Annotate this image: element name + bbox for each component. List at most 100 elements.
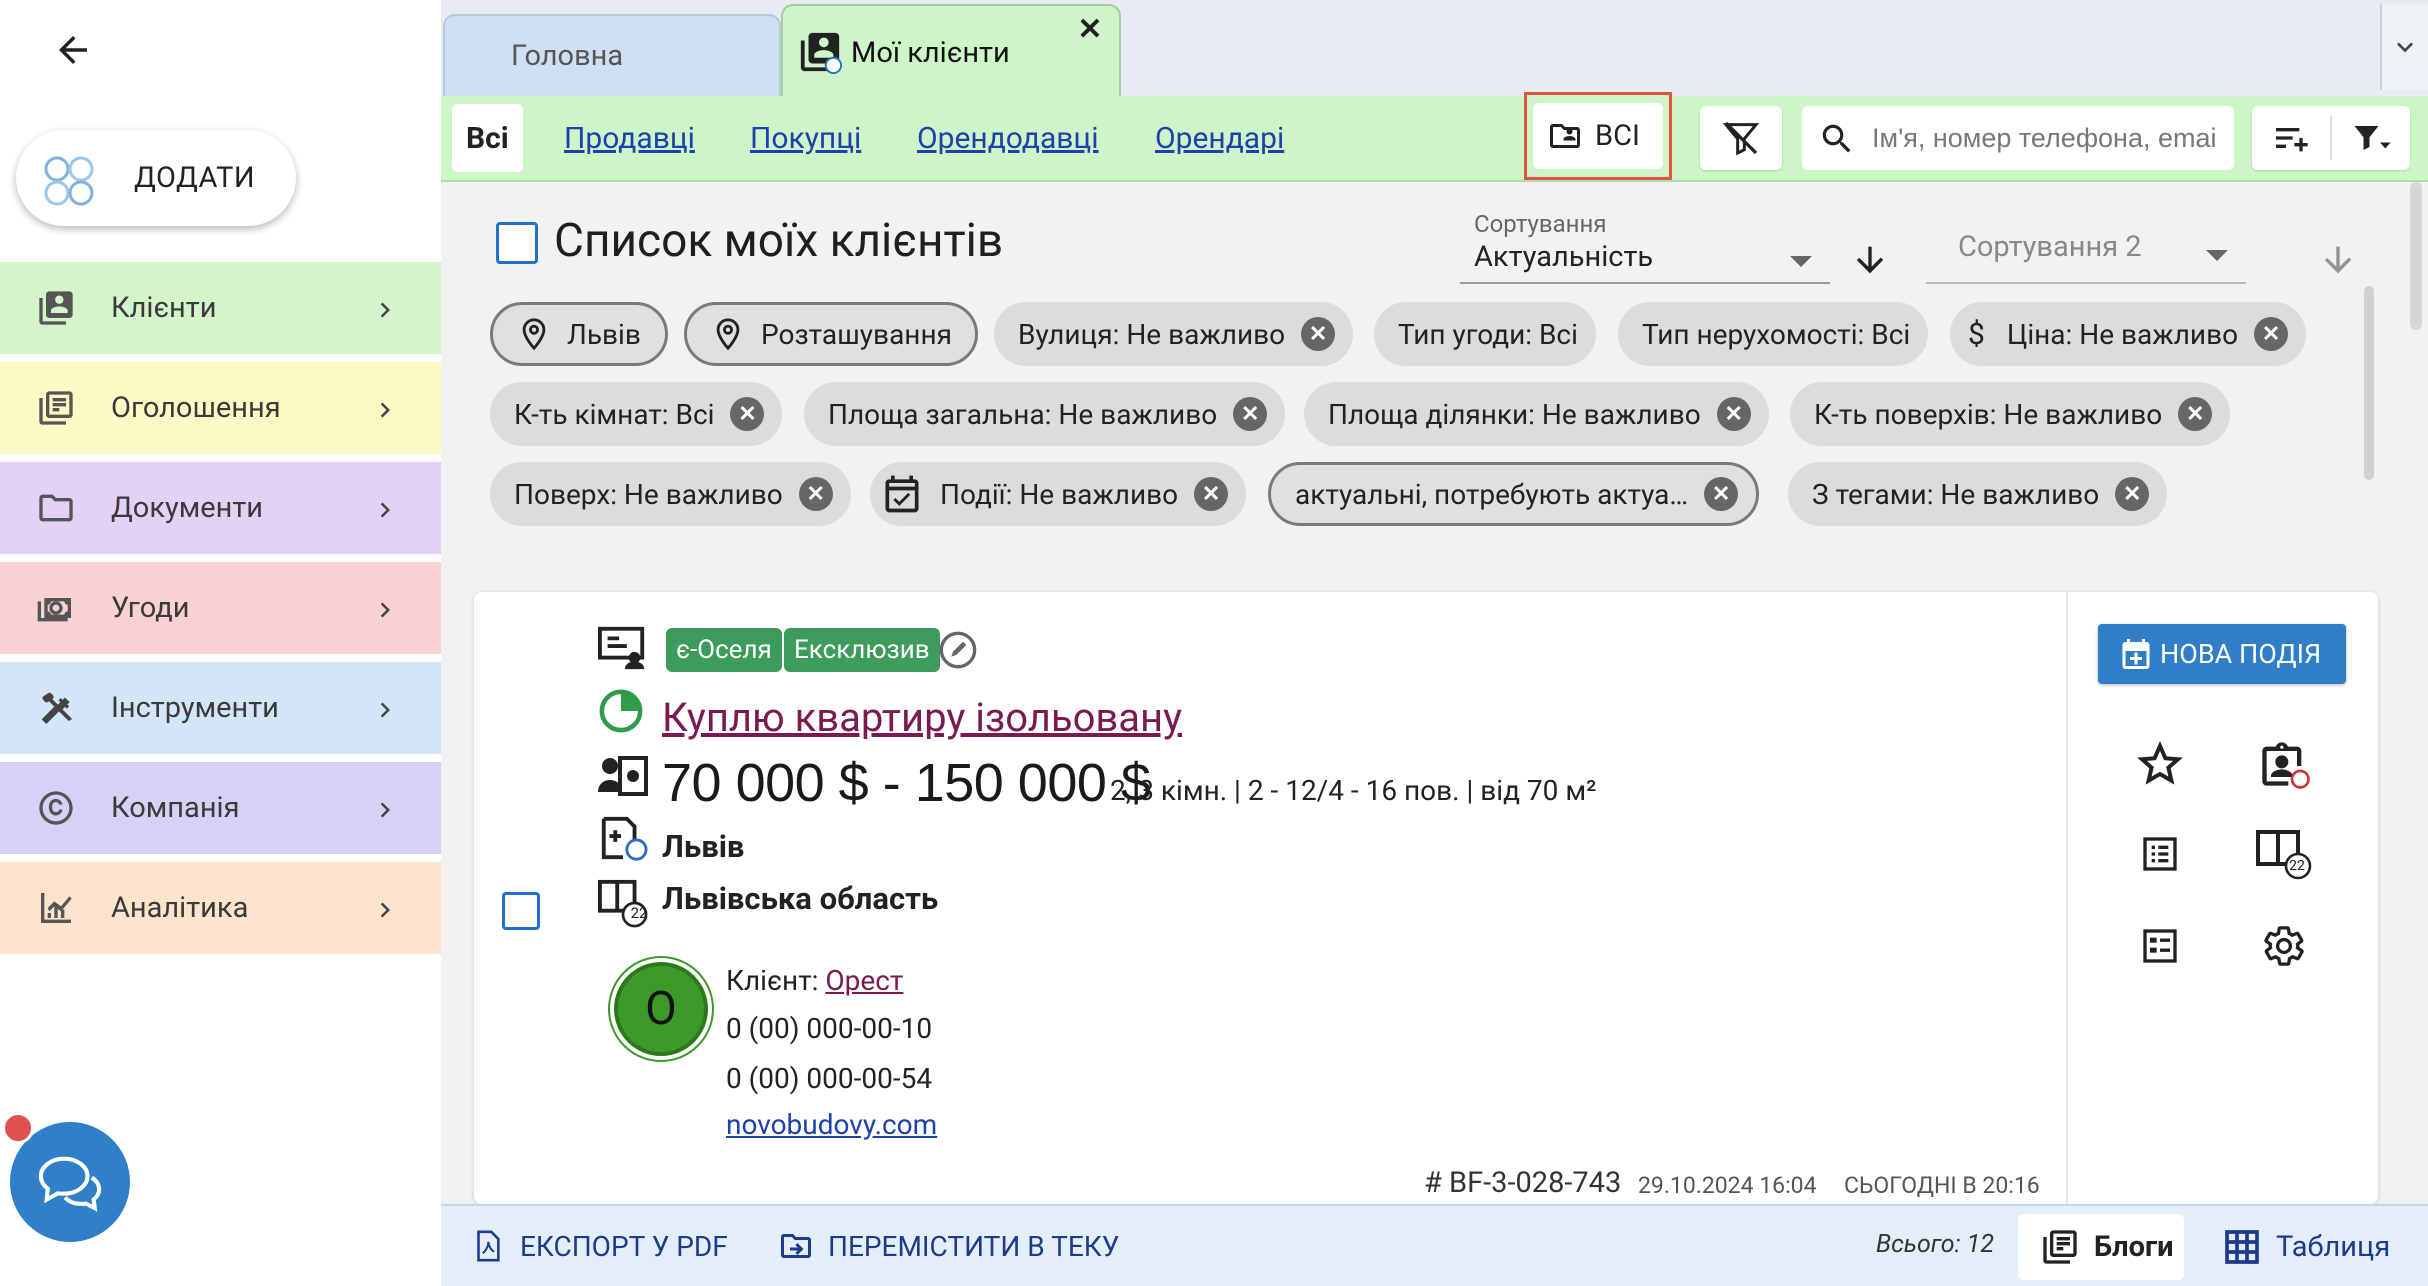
sidebar-item-analytics[interactable]: Аналітика xyxy=(0,862,441,958)
settings-button[interactable] xyxy=(2256,918,2312,974)
new-event-label: НОВА ПОДІЯ xyxy=(2160,638,2322,670)
chevron-right-icon xyxy=(380,602,390,618)
view-blocks-button[interactable]: Блоги xyxy=(2018,1214,2184,1280)
filter-tab-tenants[interactable]: Орендарі xyxy=(1155,104,1284,172)
search-input[interactable] xyxy=(1872,116,2228,160)
list-alt-icon xyxy=(2143,837,2177,871)
filter-tab-sellers[interactable]: Продавці xyxy=(564,104,695,172)
move-to-folder-button[interactable]: ПЕРЕМІСТИТИ В ТЕКУ xyxy=(776,1222,1119,1270)
sidebar-item-tools[interactable]: Інструменти xyxy=(0,662,441,758)
chip-rooms[interactable]: К-ть кімнат: Всі ✕ xyxy=(490,382,783,446)
checklist-button[interactable] xyxy=(2132,918,2188,974)
page-scrollbar[interactable] xyxy=(2410,182,2422,330)
caret-down-icon xyxy=(2206,250,2228,261)
filter-tab-all[interactable]: Всі xyxy=(452,104,523,172)
filter-dropdown-icon xyxy=(2354,126,2391,150)
sort-direction-icon[interactable] xyxy=(1850,240,1890,280)
tab-home[interactable]: Головна xyxy=(443,14,781,96)
chip-remove-icon[interactable]: ✕ xyxy=(1301,317,1336,351)
view-table-button[interactable]: Таблиця xyxy=(2222,1214,2390,1280)
chip-remove-icon[interactable]: ✕ xyxy=(1194,477,1229,511)
chip-label: Події: Не важливо xyxy=(940,477,1179,511)
folder-move-icon xyxy=(781,1234,811,1258)
tabs-dropdown-button[interactable] xyxy=(2380,4,2428,90)
client-site-link[interactable]: novobudovy.com xyxy=(726,1108,937,1141)
details-button[interactable] xyxy=(2132,826,2188,882)
chip-remove-icon[interactable]: ✕ xyxy=(1704,477,1739,511)
chip-label: К-ть кімнат: Всі xyxy=(514,397,715,431)
sidebar-item-deals[interactable]: Угоди xyxy=(0,562,441,658)
favorite-button[interactable] xyxy=(2132,736,2188,792)
chevron-right-icon xyxy=(380,302,390,318)
client-phone-2[interactable]: 0 (00) 000-00-54 xyxy=(726,1062,932,1095)
sidebar-item-label: Інструменти xyxy=(111,691,279,725)
chip-tags[interactable]: З тегами: Не важливо ✕ xyxy=(1788,462,2168,526)
tab-my-clients[interactable]: Мої клієнти xyxy=(781,4,1121,98)
blocks-view-icon xyxy=(2043,1230,2077,1264)
new-event-button[interactable]: НОВА ПОДІЯ xyxy=(2098,624,2346,684)
sidebar-item-company[interactable]: Компанія xyxy=(0,762,441,858)
sort2-direction-icon[interactable] xyxy=(2318,240,2358,280)
copyright-icon xyxy=(39,791,73,825)
chip-plot-area[interactable]: Площа ділянки: Не важливо ✕ xyxy=(1304,382,1769,446)
add-button[interactable]: ДОДАТИ xyxy=(16,130,296,226)
chip-actuality[interactable]: актуальні, потребують актуа… ✕ xyxy=(1268,462,1760,526)
property-details: 2, 3 кімн. | 2 - 12/4 - 16 пов. | від 70… xyxy=(1110,774,1597,807)
chip-floor[interactable]: Поверх: Не важливо ✕ xyxy=(490,462,851,526)
client-phone-1[interactable]: 0 (00) 000-00-10 xyxy=(726,1012,932,1045)
chip-remove-icon[interactable]: ✕ xyxy=(2115,477,2150,511)
folder-icon xyxy=(39,494,73,522)
folder-filter-button[interactable]: ВСІ xyxy=(1524,92,1672,180)
card-select-checkbox[interactable] xyxy=(502,892,540,930)
chip-remove-icon[interactable]: ✕ xyxy=(2254,317,2289,351)
chip-label: актуальні, потребують актуа… xyxy=(1295,477,1689,511)
chip-label: Тип угоди: Всі xyxy=(1398,317,1578,351)
client-name-link[interactable]: Орест xyxy=(825,964,903,997)
chip-remove-icon[interactable]: ✕ xyxy=(1716,397,1751,431)
chip-label: К-ть поверхів: Не важливо xyxy=(1814,397,2163,431)
tab-close-button[interactable]: ✕ xyxy=(1074,14,1106,46)
chevron-right-icon xyxy=(380,802,390,818)
client-profile-button[interactable] xyxy=(2256,736,2312,792)
calendar-plus-icon xyxy=(2122,639,2150,669)
chip-price[interactable]: $ Ціна: Не важливо ✕ xyxy=(1950,302,2307,366)
chip-label: Площа загальна: Не важливо xyxy=(828,397,1218,431)
sidebar-item-label: Документи xyxy=(111,491,264,525)
documents-button[interactable]: 22 xyxy=(2256,826,2312,882)
chip-remove-icon[interactable]: ✕ xyxy=(2178,397,2213,431)
clear-filters-button[interactable] xyxy=(1700,106,1782,170)
chips-scrollbar[interactable] xyxy=(2364,286,2374,480)
sidebar-item-clients[interactable]: Клієнти xyxy=(0,262,441,358)
chip-floors[interactable]: К-ть поверхів: Не важливо ✕ xyxy=(1790,382,2231,446)
chip-label: З тегами: Не важливо xyxy=(1812,477,2100,511)
select-all-checkbox[interactable] xyxy=(496,222,538,264)
sort2-select[interactable]: Сортування 2 xyxy=(1926,222,2246,284)
chip-city[interactable]: Львів xyxy=(490,302,668,366)
filter-menu-button[interactable] xyxy=(2332,106,2410,170)
star-icon xyxy=(2137,741,2183,785)
back-button[interactable] xyxy=(40,22,106,78)
sidebar-item-label: Компанія xyxy=(111,791,240,825)
chip-deal-type[interactable]: Тип угоди: Всі xyxy=(1374,302,1596,366)
sort-select[interactable]: Актуальність xyxy=(1460,240,1830,284)
chip-label: Площа ділянки: Не важливо xyxy=(1328,397,1701,431)
filter-tab-buyers[interactable]: Покупці xyxy=(750,104,861,172)
add-filter-button[interactable] xyxy=(2252,106,2330,170)
chip-remove-icon[interactable]: ✕ xyxy=(798,477,833,511)
chip-property-type[interactable]: Тип нерухомості: Всі xyxy=(1618,302,1929,366)
chip-street[interactable]: Вулиця: Не важливо ✕ xyxy=(994,302,1354,366)
edit-badges-icon[interactable] xyxy=(938,630,978,670)
sidebar-item-documents[interactable]: Документи xyxy=(0,462,441,558)
chip-location[interactable]: Розташування xyxy=(684,302,978,366)
chip-remove-icon[interactable]: ✕ xyxy=(1233,397,1268,431)
chip-remove-icon[interactable]: ✕ xyxy=(730,397,765,431)
add-logo-icon xyxy=(44,156,94,206)
filter-tab-landlords[interactable]: Орендодавці xyxy=(917,104,1099,172)
client-line: Клієнт: Орест xyxy=(726,964,903,997)
export-pdf-button[interactable]: ЕКСПОРТ У PDF xyxy=(470,1222,728,1270)
updated-date: СЬОГОДНІ В 20:16 xyxy=(1844,1172,2040,1199)
listing-title-link[interactable]: Куплю квартиру ізольовану xyxy=(662,694,1182,741)
chip-total-area[interactable]: Площа загальна: Не важливо ✕ xyxy=(804,382,1286,446)
chip-events[interactable]: Події: Не важливо ✕ xyxy=(870,462,1247,526)
sidebar-item-listings[interactable]: Оголошення xyxy=(0,362,441,458)
